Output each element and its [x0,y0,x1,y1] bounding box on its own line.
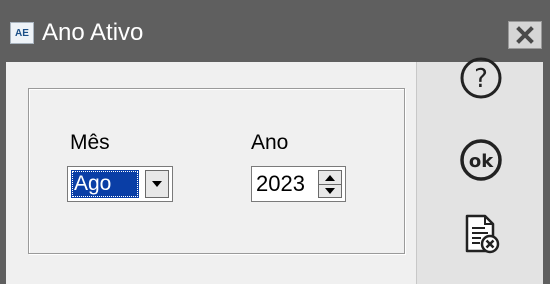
year-increment-button[interactable] [319,171,341,185]
month-label: Mês [70,131,110,154]
app-icon: AE [10,22,34,44]
year-spin-buttons [318,170,342,198]
ok-icon: ok [460,139,502,181]
svg-text:?: ? [474,64,488,94]
close-icon [516,26,534,44]
window-left-border [0,62,6,284]
title-bar[interactable]: AE Ano Ativo [0,0,550,62]
month-select[interactable]: Ago [67,166,173,202]
close-button[interactable] [508,21,542,49]
ok-button[interactable]: ok [457,136,505,184]
year-decrement-button[interactable] [319,184,341,197]
month-select-value[interactable]: Ago [71,170,139,198]
year-label: Ano [251,131,289,154]
arrow-down-icon [325,187,335,194]
arrow-up-icon [325,174,335,181]
window-title: Ano Ativo [42,19,144,46]
cancel-document-icon [465,214,500,254]
year-value[interactable]: 2023 [256,170,305,198]
chevron-down-icon [152,181,162,187]
help-button[interactable]: ? [457,54,505,102]
window-right-border [543,62,550,284]
month-dropdown-button[interactable] [145,170,169,198]
cancel-button[interactable] [457,211,505,259]
help-icon: ? [460,57,502,99]
year-spinner[interactable]: 2023 [251,166,346,202]
svg-text:ok: ok [469,151,494,172]
